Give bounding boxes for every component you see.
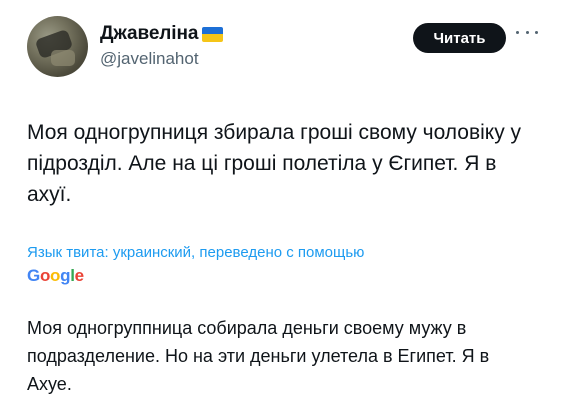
author-block: Джавеліна @javelinahot: [100, 22, 224, 69]
avatar-shape: [51, 50, 75, 66]
google-letter: e: [74, 266, 84, 285]
google-logo: Google: [27, 266, 84, 286]
display-name[interactable]: Джавеліна: [100, 23, 198, 45]
translation-label[interactable]: Язык твита: украинский, переведено с пом…: [27, 244, 364, 261]
tweet-original-text: Моя одногрупниця збирала гроші свому чол…: [27, 121, 522, 206]
tweet-translated-text: Моя одногруппница собирала деньги своему…: [27, 318, 490, 394]
more-dot: [525, 30, 529, 34]
tweet-header: Джавеліна @javelinahot Читать: [27, 16, 547, 80]
ukraine-flag-icon: [202, 26, 224, 42]
display-name-row: Джавеліна: [100, 22, 224, 46]
google-letter: G: [27, 266, 40, 285]
flag-yellow-stripe: [202, 34, 224, 42]
google-letter: g: [60, 266, 71, 285]
more-dot: [535, 30, 538, 34]
more-horizontal-icon[interactable]: [516, 25, 538, 39]
google-letter: o: [39, 266, 51, 285]
more-dot: [516, 30, 519, 34]
follow-button[interactable]: Читать: [413, 23, 506, 53]
user-handle[interactable]: @javelinahot: [100, 49, 223, 69]
flag-blue-stripe: [202, 26, 224, 34]
avatar[interactable]: [27, 16, 88, 77]
google-letter: o: [50, 266, 61, 285]
